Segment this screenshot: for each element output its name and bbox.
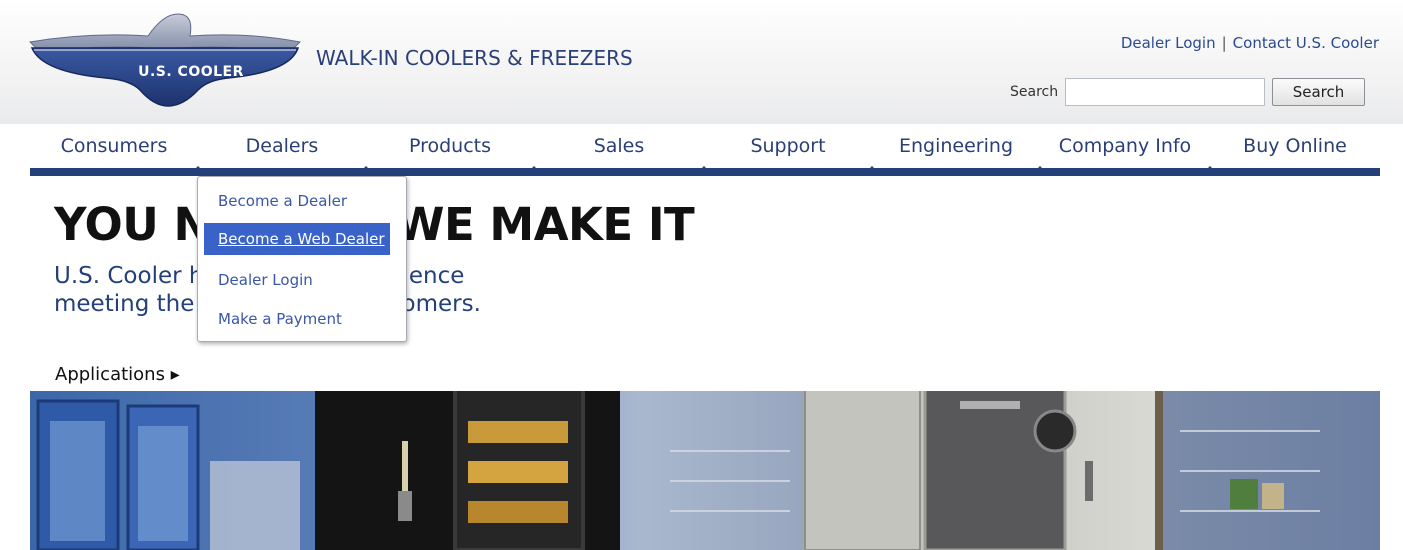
nav-company-info[interactable]: Company Info [1040, 124, 1216, 172]
link-separator: | [1221, 34, 1227, 52]
nav-engineering[interactable]: Engineering [872, 124, 1046, 172]
nav-underline [30, 168, 1380, 176]
walk-in-cooler-photo [30, 391, 1380, 550]
search-label: Search [1010, 84, 1059, 100]
site-tagline: WALK-IN COOLERS & FREEZERS [316, 46, 633, 70]
contact-us-link[interactable]: Contact U.S. Cooler [1233, 34, 1379, 52]
nav-label: Buy Online [1243, 135, 1347, 157]
dealers-dropdown-menu: Become a Dealer Become a Web Dealer Deal… [197, 176, 407, 342]
nav-products[interactable]: Products [366, 124, 540, 172]
top-links: Dealer Login | Contact U.S. Cooler [1121, 34, 1379, 52]
site-header: U.S. COOLER WALK-IN COOLERS & FREEZERS D… [0, 0, 1403, 124]
menu-item-make-payment[interactable]: Make a Payment [204, 303, 390, 335]
search-button[interactable]: Search [1272, 78, 1365, 106]
menu-item-become-web-dealer[interactable]: Become a Web Dealer [204, 223, 390, 255]
nav-support[interactable]: Support [704, 124, 878, 172]
page: U.S. COOLER WALK-IN COOLERS & FREEZERS D… [0, 0, 1403, 550]
menu-item-dealer-login[interactable]: Dealer Login [204, 264, 390, 296]
nav-buy-online[interactable]: Buy Online [1210, 124, 1380, 170]
nav-sales[interactable]: Sales [534, 124, 710, 172]
applications-link[interactable]: Applications ▸ [55, 364, 180, 385]
search-input[interactable] [1065, 78, 1265, 106]
menu-item-become-dealer[interactable]: Become a Dealer [204, 185, 390, 217]
main-nav: Consumers Dealers Products Sales Support… [30, 124, 1380, 172]
nav-label: Support [750, 135, 826, 157]
nav-label: Engineering [899, 135, 1013, 157]
nav-consumers[interactable]: Consumers [30, 124, 204, 172]
nav-dealers[interactable]: Dealers [198, 124, 372, 172]
nav-label: Sales [593, 135, 645, 157]
us-cooler-logo[interactable]: U.S. COOLER [28, 12, 303, 107]
nav-label: Consumers [60, 135, 168, 157]
nav-label: Products [408, 135, 492, 157]
logo-wings-icon [28, 13, 302, 107]
nav-label: Company Info [1058, 135, 1192, 157]
nav-label: Dealers [245, 135, 319, 157]
logo-text: U.S. COOLER [138, 64, 244, 80]
dealer-login-link[interactable]: Dealer Login [1121, 34, 1216, 52]
